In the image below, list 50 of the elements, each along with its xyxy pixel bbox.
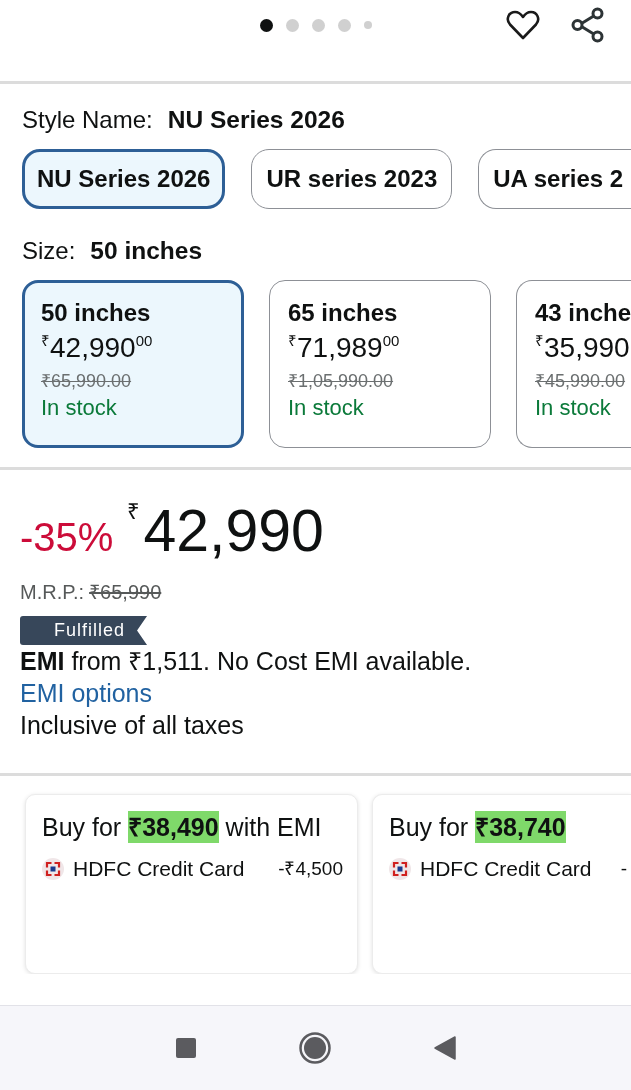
size-price: $^{₹}$42,990$^{00}$ xyxy=(41,331,153,365)
bank-name: HDFC Credit Card xyxy=(73,856,246,882)
stock-status: In stock xyxy=(41,394,117,422)
carousel-dot[interactable] xyxy=(285,18,299,32)
square-icon[interactable] xyxy=(175,1038,196,1058)
offer-card[interactable]: Buy for ₹38,490 with EMI HDFC Credit Card -₹4,500 xyxy=(25,794,358,974)
size-list-price: ₹1,05,990.00 xyxy=(288,370,394,393)
size-list-price: ₹65,990.00 xyxy=(41,370,132,393)
back-icon[interactable] xyxy=(433,1036,456,1060)
style-value: NU Series 2026 xyxy=(167,106,345,133)
deal-price: $^{₹}$42,990 xyxy=(127,499,324,563)
tax-note: Inclusive of all taxes xyxy=(20,711,244,739)
style-label: Style Name: xyxy=(22,106,153,133)
size-title: 65 inches xyxy=(288,298,398,328)
carousel-dot[interactable] xyxy=(259,18,273,32)
stock-status: In stock xyxy=(288,394,364,422)
carousel-dot[interactable] xyxy=(337,18,351,32)
mrp-label: M.R.P.: xyxy=(20,580,85,605)
size-option-card[interactable]: 50 inches $^{₹}$42,990$^{00}$ ₹65,990.00 In stock xyxy=(22,280,244,448)
emi-text: EMI from ₹1,511. No Cost EMI available. xyxy=(20,647,472,675)
card-logo-icon xyxy=(389,858,411,880)
heart-icon[interactable] xyxy=(506,10,540,40)
offer-headline: Buy for ₹38,490 with EMI xyxy=(42,811,322,843)
size-option-card[interactable]: 43 inche $^{₹}$35,990 ₹45,990.00 In stock xyxy=(516,280,631,448)
size-price: $^{₹}$71,989$^{00}$ xyxy=(288,331,400,365)
offer-card[interactable]: Buy for ₹38,740 HDFC Credit Card - xyxy=(372,794,631,974)
size-option-card[interactable]: 65 inches $^{₹}$71,989$^{00}$ ₹1,05,990.00 In stock xyxy=(269,280,491,448)
size-list-price: ₹45,990.00 xyxy=(535,370,626,393)
mrp-price: ₹65,990 xyxy=(89,580,162,605)
card-logo-icon xyxy=(42,858,64,880)
stock-status: In stock xyxy=(535,394,611,422)
offer-discount: -₹4,500 xyxy=(278,857,343,881)
emi-options-link[interactable]: EMI options xyxy=(20,679,152,707)
size-price: $^{₹}$35,990 xyxy=(535,331,630,365)
size-label: Size: xyxy=(22,237,76,264)
style-option-button[interactable]: NU Series 2026 xyxy=(22,149,226,209)
bank-name: HDFC Credit Card xyxy=(420,856,593,882)
style-option-button[interactable]: UA series 2 xyxy=(478,149,631,209)
carousel-dot[interactable] xyxy=(311,18,325,32)
style-option-button[interactable]: UR series 2023 xyxy=(251,149,453,209)
discount-percent: -35% xyxy=(20,514,114,561)
size-title: 50 inches xyxy=(41,298,151,328)
offer-discount: - xyxy=(620,857,627,881)
carousel-dot[interactable] xyxy=(363,21,372,29)
size-value: 50 inches xyxy=(90,237,203,264)
share-icon[interactable] xyxy=(571,7,604,43)
circle-icon[interactable] xyxy=(298,1032,331,1064)
fulfilled-tag: Fulfilled xyxy=(20,616,148,645)
size-title: 43 inche xyxy=(535,298,631,328)
offer-headline: Buy for ₹38,740 xyxy=(389,811,566,843)
